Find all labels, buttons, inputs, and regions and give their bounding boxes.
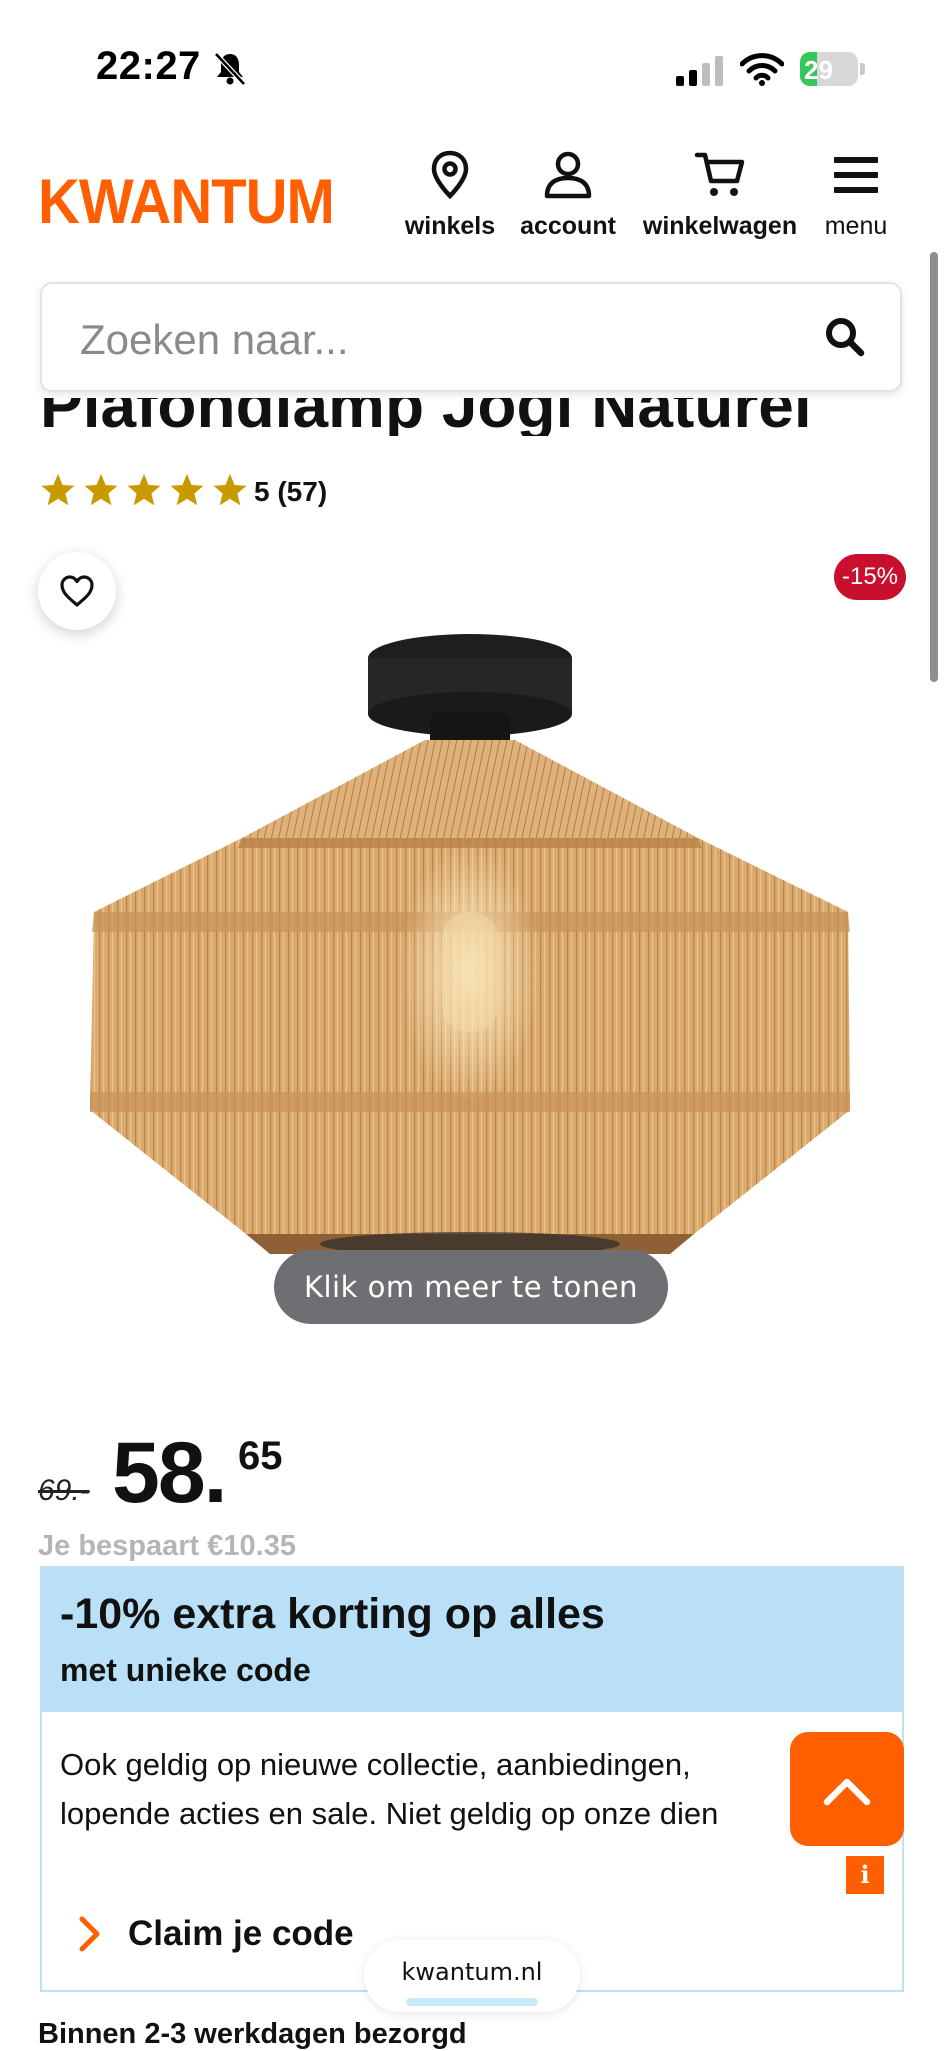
- saving-text: Je bespaart €10.35: [38, 1530, 296, 1562]
- info-button[interactable]: i: [846, 1856, 884, 1894]
- current-price-cents: 65: [238, 1434, 283, 1478]
- nav-label-menu: menu: [824, 212, 888, 240]
- promo-body-line-2: lopende acties en sale. Niet geldig op o…: [60, 1796, 719, 1831]
- status-time: 22:27: [96, 44, 201, 88]
- search-bar: [40, 282, 902, 392]
- nav-label-winkels: winkels: [404, 212, 496, 240]
- promo-body-line-1: Ook geldig op nieuwe collectie, aanbiedi…: [60, 1747, 691, 1782]
- kwantum-logo[interactable]: KWANTUM: [38, 166, 335, 238]
- product-title: Plafondlamp Jogi Naturel: [40, 398, 812, 436]
- hamburger-menu-icon: [834, 157, 878, 193]
- promo-box: -10% extra korting op alles met unieke c…: [40, 1566, 904, 1992]
- rating-count[interactable]: 5 (57): [254, 476, 327, 508]
- cellular-signal-icon: [676, 56, 723, 86]
- nav-menu[interactable]: menu: [816, 150, 896, 241]
- star-icon: [84, 474, 118, 506]
- page-load-progress: [406, 1998, 538, 2006]
- nav-winkelwagen[interactable]: winkelwagen: [634, 150, 806, 241]
- location-pin-icon: [431, 150, 469, 200]
- nav-label-account: account: [520, 212, 616, 240]
- show-more-button[interactable]: Klik om meer te tonen: [274, 1250, 668, 1324]
- nav-winkels[interactable]: winkels: [400, 150, 500, 241]
- user-icon: [544, 151, 592, 199]
- browser-url-bar[interactable]: kwantum.nl: [364, 1940, 580, 2012]
- search-input[interactable]: [78, 310, 802, 370]
- promo-header: -10% extra korting op alles met unieke c…: [42, 1568, 902, 1712]
- chevron-right-icon: [79, 1916, 100, 1952]
- promo-subheadline: met unieke code: [60, 1652, 311, 1688]
- delivery-info: Binnen 2-3 werkdagen bezorgd: [38, 2018, 467, 2050]
- cart-icon: [694, 152, 745, 196]
- battery-indicator: 29: [800, 52, 866, 86]
- heart-icon: [60, 575, 94, 607]
- star-icon: [41, 474, 75, 506]
- product-title-container: Plafondlamp Jogi Naturel: [0, 398, 944, 436]
- old-price: 69.-: [38, 1474, 90, 1507]
- nav-label-winkelwagen: winkelwagen: [642, 212, 798, 240]
- promo-description: Ook geldig op nieuwe collectie, aanbiedi…: [60, 1740, 820, 1838]
- browser-url: kwantum.nl: [401, 1958, 543, 1986]
- star-icon: [170, 474, 204, 506]
- promo-headline: -10% extra korting op alles: [60, 1590, 605, 1638]
- search-icon[interactable]: [824, 316, 866, 358]
- nav-account[interactable]: account: [510, 150, 626, 241]
- bell-muted-icon: [214, 52, 246, 86]
- chevron-up-icon: [823, 1778, 871, 1806]
- scroll-to-top-button[interactable]: [790, 1732, 904, 1846]
- product-image[interactable]: [90, 612, 860, 1272]
- claim-code-label: Claim je code: [128, 1914, 354, 1953]
- star-icon: [213, 474, 247, 506]
- claim-code-link[interactable]: Claim je code: [78, 1914, 354, 1954]
- page-scrollbar[interactable]: [930, 252, 938, 682]
- discount-badge: -15%: [834, 554, 906, 600]
- star-icon: [127, 474, 161, 506]
- wifi-icon: [740, 53, 784, 86]
- battery-percent: 29: [804, 55, 833, 85]
- current-price: 58.: [112, 1425, 228, 1521]
- rating-stars: [40, 470, 255, 510]
